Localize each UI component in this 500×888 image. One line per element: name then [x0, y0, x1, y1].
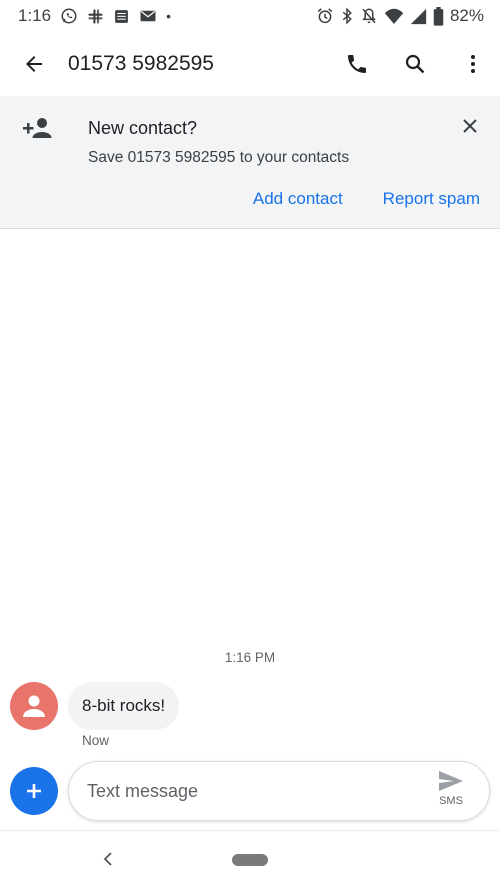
calendar-icon	[113, 8, 130, 25]
whatsapp-icon	[60, 7, 78, 25]
plus-icon	[27, 784, 41, 798]
app-bar: 01573 5982595	[0, 32, 500, 96]
call-icon	[348, 55, 366, 73]
send-mode-label: SMS	[439, 795, 463, 807]
banner-actions: Add contact Report spam	[253, 189, 480, 209]
message-time: Now	[82, 733, 110, 748]
person-icon	[23, 695, 45, 717]
search-button[interactable]	[391, 40, 439, 88]
add-contact-button[interactable]: Add contact	[253, 189, 343, 209]
add-person-icon	[22, 116, 52, 145]
close-icon	[463, 119, 477, 133]
notifications-off-icon	[360, 7, 378, 25]
send-button[interactable]: SMS	[433, 770, 469, 814]
message-input[interactable]: Text message SMS	[68, 761, 490, 821]
new-contact-banner: New contact? Save 01573 5982595 to your …	[0, 96, 500, 229]
alarm-icon	[316, 7, 334, 25]
notification-dot: •	[166, 8, 171, 24]
message-bubble[interactable]: 8-bit rocks!	[68, 682, 180, 730]
compose-bar: Text message SMS	[0, 757, 500, 829]
app-actions	[333, 40, 497, 88]
more-vert-icon	[471, 55, 475, 73]
send-icon	[439, 771, 463, 791]
status-time: 1:16	[18, 6, 52, 25]
battery-icon	[433, 6, 444, 26]
dismiss-banner-button[interactable]	[450, 106, 490, 146]
arrow-back-icon	[26, 56, 42, 72]
nav-home-button[interactable]	[232, 854, 268, 866]
attach-button[interactable]	[10, 767, 58, 815]
status-bar: 1:16 • 82%	[0, 0, 500, 32]
status-right: 82%	[316, 6, 484, 26]
status-left: 1:16 •	[18, 6, 171, 26]
report-spam-button[interactable]: Report spam	[383, 189, 480, 209]
call-button[interactable]	[333, 40, 381, 88]
system-nav-bar	[0, 830, 500, 888]
signal-icon	[410, 8, 427, 25]
banner-subtitle: Save 01573 5982595 to your contacts	[88, 149, 350, 166]
message-text: 8-bit rocks!	[82, 696, 166, 715]
avatar[interactable]	[10, 682, 58, 730]
conversation-title: 01573 5982595	[68, 52, 214, 75]
message-input-placeholder: Text message	[87, 781, 199, 801]
chevron-left-icon	[103, 852, 112, 866]
mail-icon	[139, 8, 157, 24]
search-icon	[405, 54, 425, 74]
slack-icon	[87, 8, 104, 25]
back-button[interactable]	[10, 40, 58, 88]
battery-percent: 82%	[449, 6, 484, 25]
bluetooth-icon	[340, 7, 354, 25]
nav-back-button[interactable]	[100, 849, 116, 874]
more-options-button[interactable]	[449, 40, 497, 88]
banner-title: New contact?	[88, 118, 198, 138]
conversation-timestamp: 1:16 PM	[224, 650, 276, 665]
wifi-icon	[384, 8, 404, 25]
